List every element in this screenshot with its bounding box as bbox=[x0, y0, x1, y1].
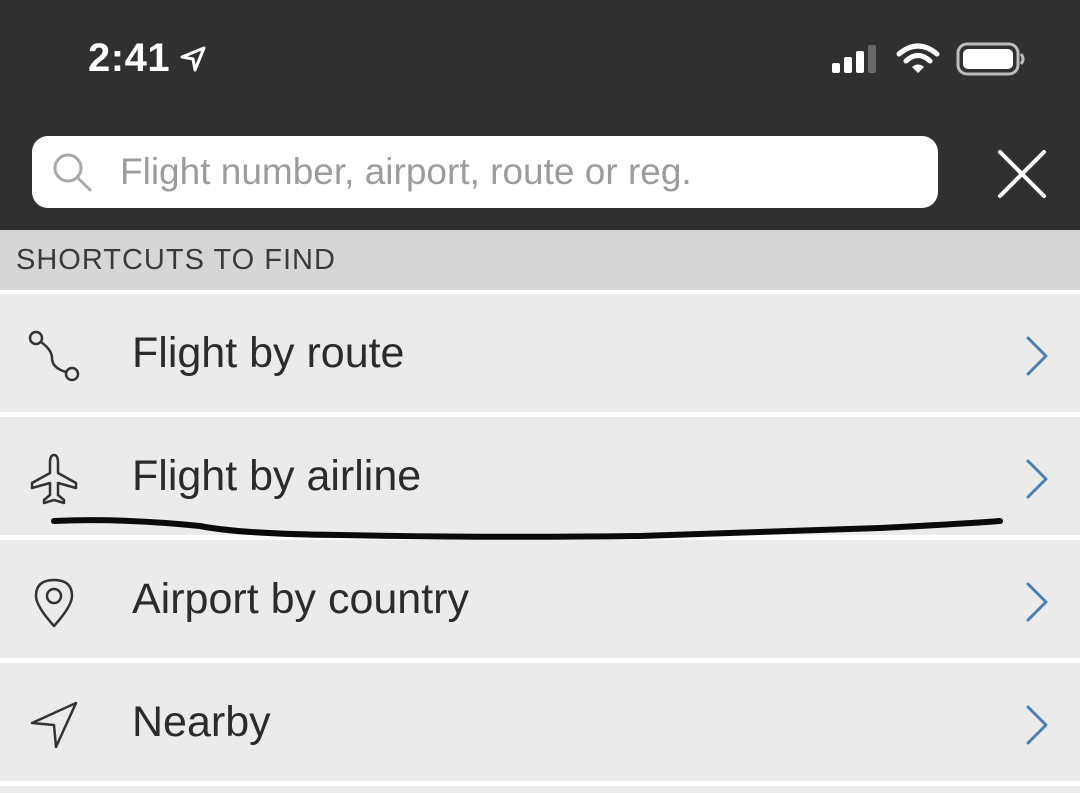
search-screen: 2:41 Flight number, airport, route or re… bbox=[0, 0, 1080, 793]
location-arrow-icon bbox=[180, 46, 206, 71]
shortcut-label: Flight by airline bbox=[132, 452, 422, 500]
list-item-partial bbox=[0, 786, 1080, 793]
chevron-right-icon bbox=[1026, 336, 1048, 376]
shortcut-label: Flight by route bbox=[132, 329, 405, 377]
time-text: 2:41 bbox=[88, 36, 171, 80]
close-icon[interactable] bbox=[994, 146, 1050, 202]
search-icon bbox=[53, 153, 92, 192]
cellular-signal-icon bbox=[832, 45, 876, 73]
search-box[interactable] bbox=[32, 136, 938, 208]
chevron-right-icon bbox=[1026, 459, 1048, 499]
status-time: 2:41 bbox=[88, 36, 208, 81]
shortcut-label: Airport by country bbox=[132, 575, 469, 623]
header: 2:41 bbox=[0, 0, 1080, 230]
shortcut-flight-by-airline[interactable]: Flight by airline bbox=[0, 417, 1080, 535]
map-pin-icon bbox=[34, 578, 74, 628]
chevron-right-icon bbox=[1026, 705, 1048, 745]
shortcut-nearby[interactable]: Nearby bbox=[0, 663, 1080, 781]
status-indicators bbox=[832, 42, 1026, 76]
wifi-icon bbox=[896, 43, 940, 73]
navigation-arrow-icon bbox=[30, 701, 78, 749]
route-icon bbox=[28, 330, 80, 382]
section-header: SHORTCUTS TO FIND bbox=[0, 230, 1080, 290]
chevron-right-icon bbox=[1026, 582, 1048, 622]
search-input[interactable] bbox=[120, 136, 920, 208]
battery-icon bbox=[956, 42, 1025, 76]
airplane-icon bbox=[30, 453, 78, 505]
shortcut-airport-by-country[interactable]: Airport by country bbox=[0, 540, 1080, 658]
shortcut-flight-by-route[interactable]: Flight by route bbox=[0, 294, 1080, 412]
shortcut-label: Nearby bbox=[132, 698, 271, 746]
